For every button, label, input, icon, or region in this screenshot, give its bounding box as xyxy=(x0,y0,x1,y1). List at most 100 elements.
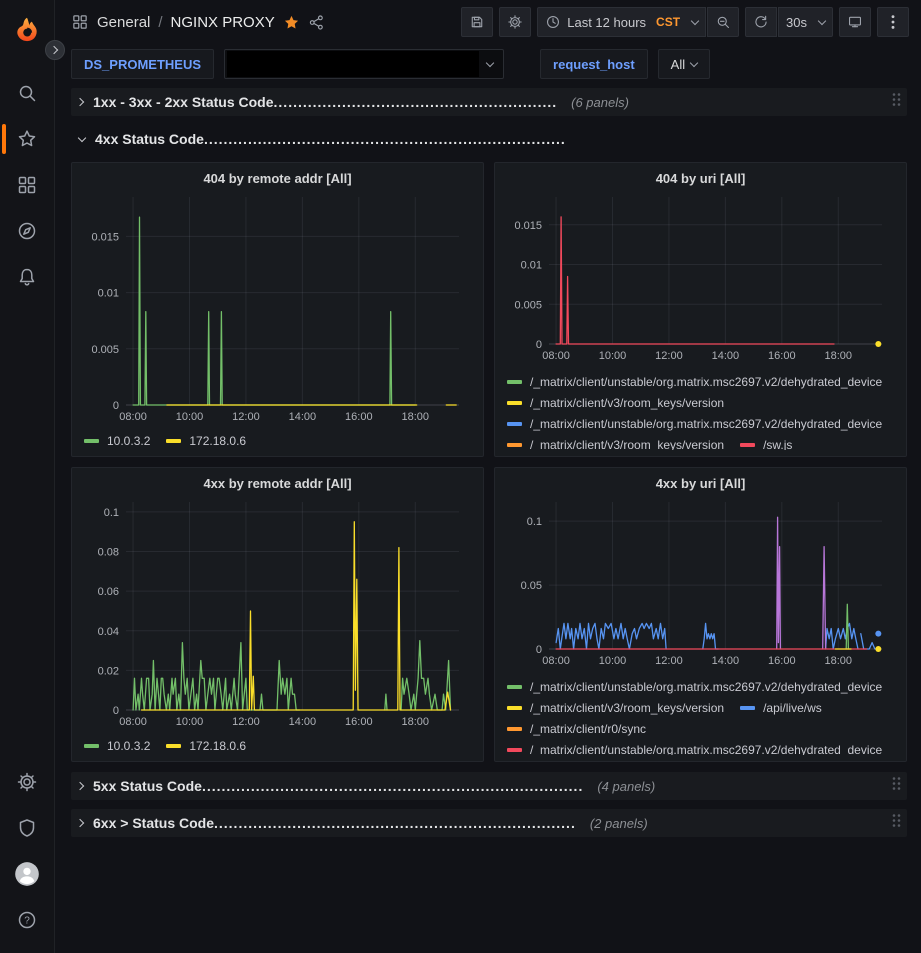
y-tick-label: 0 xyxy=(536,339,542,351)
panel-404-by-remote-addr: 404 by remote addr [All] 08:0010:0012:00… xyxy=(71,162,484,457)
row-5xx[interactable]: 5xx Status Code ........................… xyxy=(71,772,907,800)
x-tick-label: 14:00 xyxy=(712,655,740,667)
x-tick-label: 08:00 xyxy=(119,716,147,728)
refresh-interval-picker[interactable]: 30s xyxy=(778,7,833,37)
sidebar-item-search[interactable] xyxy=(0,70,55,116)
legend-item[interactable]: /_matrix/client/r0/sync xyxy=(507,719,646,739)
legend-marker xyxy=(507,380,522,384)
timeseries-chart[interactable]: 08:0010:0012:0014:0016:0018:0000.020.040… xyxy=(82,496,473,733)
row-drag-handle[interactable] xyxy=(891,92,901,113)
x-tick-label: 14:00 xyxy=(712,350,740,362)
row-drag-handle[interactable] xyxy=(891,776,901,797)
legend-item[interactable]: /_matrix/client/unstable/org.matrix.msc2… xyxy=(507,372,882,392)
legend-item[interactable]: /_matrix/client/v3/room_keys/version xyxy=(507,698,724,718)
timeseries-chart[interactable]: 08:0010:0012:0014:0016:0018:0000.0050.01… xyxy=(82,191,473,428)
timeseries-chart[interactable]: 08:0010:0012:0014:0016:0018:0000.050.1 xyxy=(505,496,896,674)
variable-ds-prometheus-label[interactable]: DS_PROMETHEUS xyxy=(71,49,214,79)
tv-mode-button[interactable] xyxy=(839,7,871,37)
panel-title[interactable]: 404 by remote addr [All] xyxy=(82,167,473,191)
row-6xx[interactable]: 6xx > Status Code ......................… xyxy=(71,809,907,837)
chevron-down-icon xyxy=(691,16,699,24)
legend-item[interactable]: /_matrix/client/v3/room_keys/version xyxy=(507,435,724,450)
svg-text:?: ? xyxy=(24,916,30,927)
panel-legend: 10.0.3.2 172.18.0.6 xyxy=(82,733,473,755)
legend-item[interactable]: /sw.js xyxy=(740,435,792,450)
panel-legend: /_matrix/client/unstable/org.matrix.msc2… xyxy=(505,674,896,755)
save-dashboard-button[interactable] xyxy=(461,7,493,37)
legend-label: /_matrix/client/v3/room_keys/version xyxy=(530,438,724,450)
legend-item[interactable]: /_matrix/client/unstable/org.matrix.msc2… xyxy=(507,677,882,697)
sidebar-item-profile[interactable] xyxy=(0,851,55,897)
breadcrumb[interactable]: General / NGINX PROXY xyxy=(71,13,275,31)
dashboard-settings-button[interactable] xyxy=(499,7,531,37)
legend-item[interactable]: 10.0.3.2 xyxy=(84,431,150,450)
chart-canvas[interactable]: 08:0010:0012:0014:0016:0018:0000.0050.01… xyxy=(505,191,896,366)
row-4xx[interactable]: 4xx Status Code ........................… xyxy=(71,125,907,153)
sidebar-item-help[interactable]: ? xyxy=(0,897,55,943)
legend-label: /_matrix/client/r0/sync xyxy=(530,722,646,736)
panel-title[interactable]: 4xx by remote addr [All] xyxy=(82,472,473,496)
sidebar-item-starred[interactable] xyxy=(0,116,55,162)
row-title: 5xx Status Code xyxy=(93,778,202,794)
kebab-menu-button[interactable] xyxy=(877,7,909,37)
chevron-right-icon xyxy=(76,782,84,790)
panel-title[interactable]: 4xx by uri [All] xyxy=(505,472,896,496)
variable-label: DS_PROMETHEUS xyxy=(84,57,201,72)
legend-marker xyxy=(166,744,181,748)
variable-request-host-select[interactable]: All xyxy=(658,49,710,79)
dashboard-title[interactable]: NGINX PROXY xyxy=(171,14,275,31)
legend-label: /_matrix/client/unstable/org.matrix.msc2… xyxy=(530,680,882,694)
legend-label: 172.18.0.6 xyxy=(189,739,246,753)
share-icon[interactable] xyxy=(308,14,325,31)
chevron-down-icon xyxy=(690,58,698,66)
navbar-toolbar: Last 12 hours CST xyxy=(461,7,909,37)
sidebar-item-explore[interactable] xyxy=(0,208,55,254)
zoom-out-icon xyxy=(715,14,731,30)
legend-marker xyxy=(507,422,522,426)
row-1xx-3xx-2xx[interactable]: 1xx - 3xx - 2xx Status Code ............… xyxy=(71,88,907,116)
breadcrumb-folder[interactable]: General xyxy=(97,14,150,31)
drag-dots-icon xyxy=(891,813,901,829)
legend-item[interactable]: 172.18.0.6 xyxy=(166,736,246,755)
x-tick-label: 16:00 xyxy=(345,411,373,423)
legend-item[interactable]: /_matrix/client/v3/room_keys/version xyxy=(507,393,724,413)
y-tick-label: 0.01 xyxy=(98,288,119,300)
timeseries-chart[interactable]: 08:0010:0012:0014:0016:0018:0000.0050.01… xyxy=(505,191,896,369)
refresh-button[interactable] xyxy=(745,7,777,37)
legend-item[interactable]: 172.18.0.6 xyxy=(166,431,246,450)
sidebar-expand-button[interactable] xyxy=(45,40,65,60)
legend-marker xyxy=(166,439,181,443)
legend-item[interactable]: /api/live/ws xyxy=(740,698,822,718)
legend-item[interactable]: 10.0.3.2 xyxy=(84,736,150,755)
sidebar-item-configuration[interactable] xyxy=(0,759,55,805)
shield-icon xyxy=(16,817,38,839)
time-range-label: Last 12 hours xyxy=(567,15,646,30)
time-range-picker[interactable]: Last 12 hours CST xyxy=(537,7,706,37)
sidebar-item-alerting[interactable] xyxy=(0,254,55,300)
chevron-right-icon xyxy=(76,98,84,106)
star-filled-icon[interactable] xyxy=(283,14,300,31)
legend-item[interactable]: /_matrix/client/unstable/org.matrix.msc2… xyxy=(507,414,882,434)
drag-dots-icon xyxy=(891,92,901,108)
chart-canvas[interactable]: 08:0010:0012:0014:0016:0018:0000.0050.01… xyxy=(82,191,473,427)
legend-marker xyxy=(507,706,522,710)
zoom-out-button[interactable] xyxy=(707,7,739,37)
legend-label: 10.0.3.2 xyxy=(107,434,150,448)
x-tick-label: 10:00 xyxy=(599,350,627,362)
variable-ds-prometheus-select[interactable] xyxy=(224,49,504,79)
x-tick-label: 12:00 xyxy=(655,655,683,667)
series-line xyxy=(556,623,666,649)
legend-marker xyxy=(507,727,522,731)
series-line xyxy=(777,517,781,649)
y-tick-label: 0.1 xyxy=(527,516,542,528)
row-drag-handle[interactable] xyxy=(891,813,901,834)
y-tick-label: 0.005 xyxy=(514,299,542,311)
legend-item[interactable]: /_matrix/client/unstable/org.matrix.msc2… xyxy=(507,740,882,755)
variable-request-host-label[interactable]: request_host xyxy=(540,49,648,79)
sidebar-item-server-admin[interactable] xyxy=(0,805,55,851)
sidebar-item-dashboards[interactable] xyxy=(0,162,55,208)
panel-title[interactable]: 404 by uri [All] xyxy=(505,167,896,191)
x-tick-label: 10:00 xyxy=(176,716,204,728)
chart-canvas[interactable]: 08:0010:0012:0014:0016:0018:0000.020.040… xyxy=(82,496,473,732)
chart-canvas[interactable]: 08:0010:0012:0014:0016:0018:0000.050.1 xyxy=(505,496,896,671)
